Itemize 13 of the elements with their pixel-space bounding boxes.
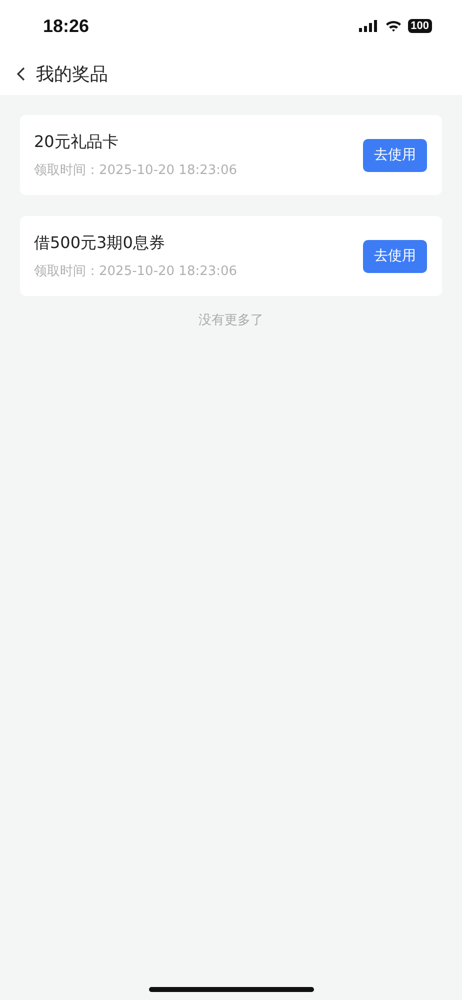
end-of-list-note: 没有更多了 <box>198 312 264 329</box>
page-title: 我的奖品 <box>36 62 108 86</box>
claimed-time: 领取时间：2025-10-20 18:23:06 <box>34 262 238 280</box>
wifi-icon <box>384 20 402 32</box>
use-button[interactable]: 去使用 <box>363 240 427 272</box>
battery-level: 100 <box>408 19 432 33</box>
claimed-time: 领取时间：2025-10-20 18:23:06 <box>34 162 238 178</box>
use-button[interactable]: 去使用 <box>363 138 427 172</box>
status-time: 18:26 <box>43 16 90 36</box>
back-icon[interactable] <box>16 66 26 80</box>
prize-name: 20元礼品卡 <box>34 132 120 152</box>
prize-name: 借500元3期0息券 <box>34 232 166 254</box>
signal-icon <box>358 20 379 32</box>
